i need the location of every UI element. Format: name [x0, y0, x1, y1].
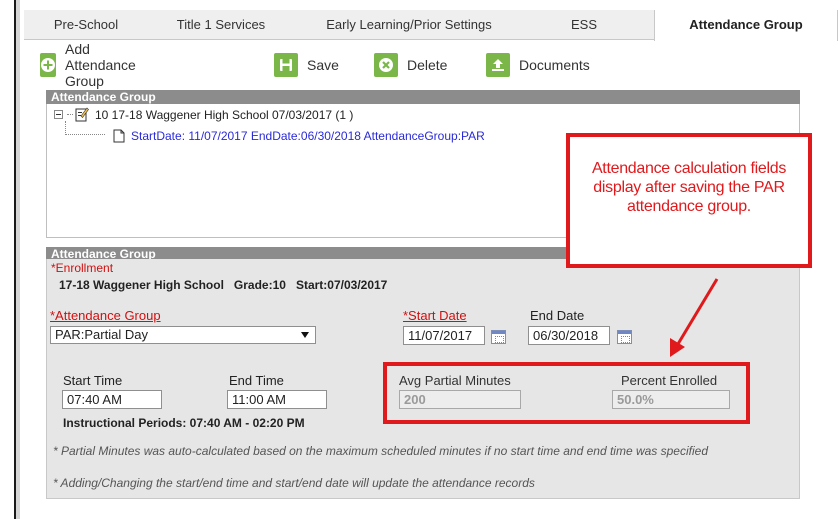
tree-child-label: StartDate: 11/07/2017 EndDate:06/30/2018…	[131, 129, 485, 143]
end-time-label: End Time	[229, 373, 284, 388]
tab-ess[interactable]: ESS	[524, 10, 644, 40]
document-icon	[113, 129, 125, 143]
start-date-field[interactable]: 11/07/2017	[403, 326, 485, 345]
start-time-label: Start Time	[63, 373, 123, 388]
tab-pre-school[interactable]: Pre-School	[24, 10, 148, 40]
tree-panel-header: Attendance Group	[46, 90, 800, 104]
save-button[interactable]: Save	[274, 50, 339, 80]
left-scroll-track[interactable]	[16, 0, 20, 519]
delete-icon	[374, 53, 398, 77]
callout-text: Attendance calculation fields display af…	[591, 160, 787, 215]
tab-bar: Pre-School Title 1 Services Early Learni…	[24, 10, 838, 41]
tree-dotted-connector	[67, 114, 73, 115]
documents-label: Documents	[519, 57, 590, 73]
collapse-icon[interactable]	[54, 110, 63, 119]
instructional-periods: Instructional Periods: 07:40 AM - 02:20 …	[63, 416, 305, 430]
attendance-group-label: *Attendance Group	[50, 308, 161, 323]
add-attendance-group-button[interactable]: Add Attendance Group	[40, 41, 144, 89]
tree-root-label: 10 17-18 Waggener High School 07/03/2017…	[95, 107, 354, 122]
highlight-box	[383, 362, 750, 424]
start-time-field[interactable]: 07:40 AM	[62, 390, 162, 409]
tree-child-node[interactable]: StartDate: 11/07/2017 EndDate:06/30/2018…	[113, 129, 485, 143]
start-date-label: *Start Date	[403, 308, 467, 323]
end-time-field[interactable]: 11:00 AM	[227, 390, 327, 409]
partial-minutes-note: * Partial Minutes was auto-calculated ba…	[53, 444, 708, 458]
end-date-label: End Date	[530, 308, 585, 323]
edit-document-icon	[75, 107, 89, 122]
delete-button[interactable]: Delete	[374, 50, 447, 80]
add-attendance-group-label: Add Attendance Group	[65, 41, 136, 89]
start-date-calendar-icon[interactable]	[491, 330, 506, 344]
documents-upload-icon	[486, 53, 510, 77]
add-icon	[40, 53, 56, 77]
tab-attendance-group[interactable]: Attendance Group	[654, 10, 838, 41]
left-gutter	[0, 0, 15, 519]
end-date-calendar-icon[interactable]	[617, 330, 632, 344]
end-date-field[interactable]: 06/30/2018	[528, 326, 610, 345]
attendance-group-selected: PAR:Partial Day	[55, 327, 148, 342]
save-icon	[274, 53, 298, 77]
enrollment-value: 17-18 Waggener High School Grade:10 Star…	[59, 278, 388, 292]
tree-root-node[interactable]: 10 17-18 Waggener High School 07/03/2017…	[54, 107, 353, 122]
annotation-callout: Attendance calculation fields display af…	[566, 133, 812, 268]
enrollment-label: *Enrollment	[51, 261, 114, 275]
update-records-note: * Adding/Changing the start/end time and…	[53, 476, 535, 490]
attendance-group-select[interactable]: PAR:Partial Day	[50, 326, 316, 344]
documents-button[interactable]: Documents	[486, 50, 590, 80]
tab-early-learning[interactable]: Early Learning/Prior Settings	[294, 10, 524, 40]
tree-branch-connector	[65, 121, 105, 135]
tab-title-1-services[interactable]: Title 1 Services	[148, 10, 294, 40]
chevron-down-icon	[301, 332, 309, 338]
delete-label: Delete	[407, 57, 448, 73]
save-label: Save	[307, 57, 339, 73]
